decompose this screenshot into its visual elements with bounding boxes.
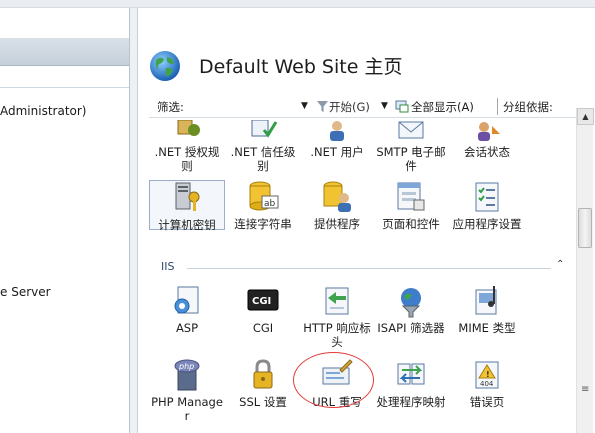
feature-ssl-settings[interactable]: SSL 设置 bbox=[225, 358, 301, 409]
php-manager-icon: php bbox=[174, 359, 200, 391]
toolbar-separator bbox=[497, 98, 498, 115]
net-users-icon bbox=[330, 121, 344, 141]
feature-label: PHP Manager bbox=[151, 395, 223, 423]
scroll-grip-icon: ≡ bbox=[581, 384, 590, 395]
feature-label: 提供程序 bbox=[314, 217, 360, 231]
feature-cgi[interactable]: CGI CGI bbox=[225, 284, 301, 335]
feature-label: ISAPI 筛选器 bbox=[377, 321, 445, 335]
feature-machine-key[interactable]: 计算机密钥 bbox=[149, 180, 225, 232]
mime-types-icon bbox=[475, 286, 497, 315]
error-pages-icon: ! 404 bbox=[475, 361, 499, 389]
group-by-button[interactable]: 分组依据: bbox=[503, 99, 553, 115]
connections-pane: Administrator) e Server bbox=[0, 8, 130, 433]
pane-splitter[interactable] bbox=[130, 8, 138, 433]
net-auth-icon bbox=[177, 119, 200, 136]
feature-label: SMTP 电子邮件 bbox=[376, 145, 446, 173]
isapi-filters-icon bbox=[401, 288, 421, 318]
start-dropdown-arrow[interactable]: ▼ bbox=[381, 101, 388, 111]
feature-label: SSL 设置 bbox=[239, 395, 287, 409]
feature-connection-strings[interactable]: ab 连接字符串 bbox=[225, 180, 301, 231]
show-all-button[interactable]: 全部显示(A) bbox=[411, 99, 474, 115]
feature-label: ASP bbox=[175, 321, 199, 335]
pages-controls-icon bbox=[397, 182, 425, 211]
smtp-email-icon bbox=[398, 121, 424, 139]
feature-mime-types[interactable]: MIME 类型 bbox=[449, 284, 525, 335]
svg-text:php: php bbox=[178, 362, 194, 371]
feature-label: 连接字符串 bbox=[234, 217, 292, 231]
filter-toolbar: 筛选: ▼ 开始(G) ▼ 全部显示(A) 分组依据: bbox=[149, 96, 589, 118]
show-all-icon bbox=[395, 100, 409, 113]
feature-app-settings[interactable]: 应用程序设置 bbox=[449, 180, 525, 231]
feature-label: .NET 信任级别 bbox=[230, 145, 296, 173]
start-filter-button[interactable]: 开始(G) bbox=[329, 99, 370, 115]
feature-php-manager[interactable]: php PHP Manager bbox=[149, 358, 225, 423]
handler-mappings-icon bbox=[397, 363, 425, 385]
feature-net-authorization[interactable]: .NET 授权规则 bbox=[149, 119, 225, 173]
filter-dropdown-arrow[interactable]: ▼ bbox=[301, 101, 308, 111]
machine-key-icon bbox=[175, 182, 200, 211]
svg-text:!: ! bbox=[486, 370, 490, 379]
ssl-lock-icon bbox=[253, 359, 273, 389]
page-title: Default Web Site 主页 bbox=[199, 56, 403, 78]
funnel-icon bbox=[317, 101, 328, 112]
section-divider bbox=[187, 268, 551, 269]
feature-net-trust[interactable]: .NET 信任级别 bbox=[225, 119, 301, 173]
top-strip bbox=[0, 0, 595, 8]
feature-smtp-email[interactable]: SMTP 电子邮件 bbox=[373, 120, 449, 173]
scroll-thumb[interactable] bbox=[578, 208, 592, 248]
net-trust-icon bbox=[251, 119, 278, 138]
section-title: IIS bbox=[161, 260, 175, 273]
asp-icon bbox=[174, 286, 199, 314]
feature-label: 会话状态 bbox=[464, 145, 510, 159]
session-state-icon bbox=[478, 122, 500, 141]
svg-text:ab: ab bbox=[264, 199, 276, 209]
iis-section-header[interactable]: IIS ⌃ bbox=[151, 259, 571, 276]
feature-label: 计算机密钥 bbox=[158, 218, 216, 232]
svg-text:CGI: CGI bbox=[252, 296, 271, 307]
feature-label: .NET 授权规则 bbox=[154, 145, 220, 173]
connection-string-icon: ab bbox=[249, 181, 279, 211]
page-header: Default Web Site 主页 bbox=[139, 38, 595, 88]
feature-isapi-filters[interactable]: ISAPI 筛选器 bbox=[373, 284, 449, 335]
providers-icon bbox=[323, 181, 351, 212]
tree-node-server[interactable]: e Server bbox=[0, 285, 51, 299]
feature-asp[interactable]: ASP bbox=[149, 284, 225, 335]
feature-label: MIME 类型 bbox=[458, 321, 516, 335]
feature-label: HTTP 响应标头 bbox=[303, 321, 371, 349]
cgi-icon: CGI bbox=[247, 289, 279, 311]
feature-net-users[interactable]: .NET 用户 bbox=[299, 120, 375, 159]
globe-icon bbox=[150, 51, 180, 81]
tree-node-administrator[interactable]: Administrator) bbox=[0, 104, 86, 118]
feature-label: CGI bbox=[252, 321, 274, 335]
feature-label: 应用程序设置 bbox=[452, 217, 522, 231]
connections-header bbox=[0, 38, 129, 66]
feature-session-state[interactable]: 会话状态 bbox=[449, 120, 525, 159]
feature-label: 页面和控件 bbox=[382, 217, 440, 231]
feature-providers[interactable]: 提供程序 bbox=[299, 180, 375, 231]
filter-label: 筛选: bbox=[157, 100, 184, 114]
feature-label: .NET 用户 bbox=[310, 145, 364, 159]
feature-error-pages[interactable]: ! 404 错误页 bbox=[449, 358, 525, 409]
vertical-scrollbar[interactable]: ▲ ≡ bbox=[576, 108, 594, 433]
feature-label: 错误页 bbox=[469, 395, 505, 409]
feature-http-headers[interactable]: HTTP 响应标头 bbox=[299, 284, 375, 349]
feature-label: 处理程序映射 bbox=[376, 395, 446, 409]
feature-pages-controls[interactable]: 页面和控件 bbox=[373, 180, 449, 231]
app-settings-icon bbox=[475, 182, 499, 212]
svg-text:404: 404 bbox=[480, 380, 494, 388]
pane-separator bbox=[0, 87, 129, 88]
feature-handler-mappings[interactable]: 处理程序映射 bbox=[373, 358, 449, 409]
annotation-circle bbox=[293, 352, 374, 408]
collapse-caret-icon[interactable]: ⌃ bbox=[556, 259, 564, 270]
http-headers-icon bbox=[325, 287, 349, 315]
scroll-up-arrow[interactable]: ▲ bbox=[577, 108, 594, 125]
